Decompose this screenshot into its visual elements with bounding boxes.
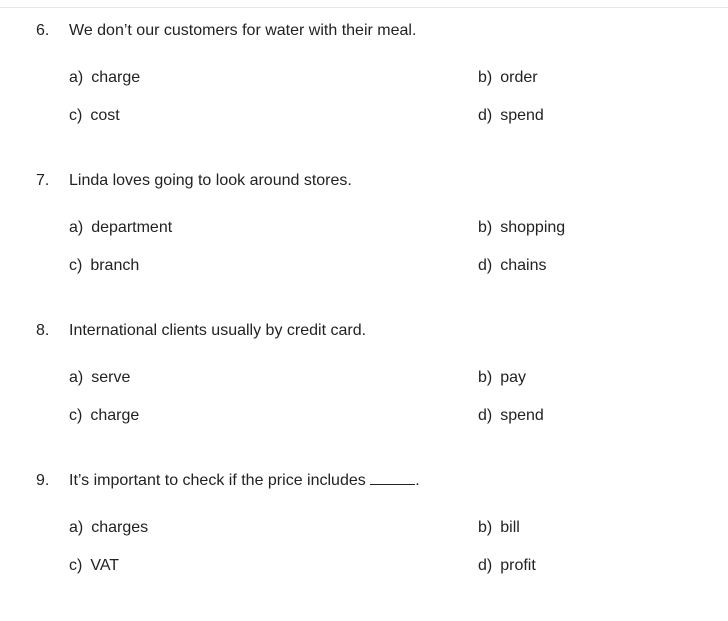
- option-letter: c): [69, 407, 83, 424]
- question-9: 9. It’s important to check if the price …: [0, 471, 728, 621]
- option-text: profit: [500, 557, 536, 574]
- option-text: charges: [91, 519, 149, 536]
- option-b[interactable]: b) bill: [478, 518, 520, 538]
- question-text: It’s important to check if the price inc…: [69, 472, 366, 489]
- option-a[interactable]: a) department: [69, 218, 172, 238]
- option-a[interactable]: a) charge: [69, 68, 140, 88]
- option-letter: c): [69, 557, 83, 574]
- question-number: 8.: [36, 322, 50, 339]
- option-letter: d): [478, 257, 493, 274]
- option-letter: d): [478, 107, 493, 124]
- option-b[interactable]: b) pay: [478, 368, 526, 388]
- option-d[interactable]: d) profit: [478, 556, 536, 576]
- option-text: spend: [500, 407, 544, 424]
- question-text: Linda loves going to look around stores.: [69, 172, 352, 189]
- option-letter: d): [478, 407, 493, 424]
- top-divider: [0, 7, 728, 8]
- answer-blank: [370, 471, 416, 485]
- option-letter: b): [478, 519, 493, 536]
- option-letter: a): [69, 69, 84, 86]
- option-text: order: [500, 69, 538, 86]
- option-text: department: [91, 219, 173, 236]
- question-number: 7.: [36, 172, 50, 189]
- question-8: 8. International clients usually by cred…: [0, 321, 728, 471]
- option-c[interactable]: c) cost: [69, 106, 120, 126]
- option-text: cost: [90, 107, 120, 124]
- option-text: charge: [91, 69, 141, 86]
- option-letter: a): [69, 219, 84, 236]
- option-letter: b): [478, 219, 493, 236]
- option-a[interactable]: a) charges: [69, 518, 148, 538]
- option-letter: d): [478, 557, 493, 574]
- option-text: VAT: [90, 557, 120, 574]
- question-6: 6. We don’t our customers for water with…: [0, 21, 728, 171]
- option-c[interactable]: c) VAT: [69, 556, 119, 576]
- option-text: serve: [91, 369, 131, 386]
- option-letter: b): [478, 69, 493, 86]
- question-text: International clients usually by credit …: [69, 322, 367, 339]
- option-text: chains: [500, 257, 547, 274]
- option-text: bill: [500, 519, 520, 536]
- option-d[interactable]: d) spend: [478, 106, 544, 126]
- option-d[interactable]: d) chains: [478, 256, 546, 276]
- option-a[interactable]: a) serve: [69, 368, 130, 388]
- question-text-end: .: [415, 472, 420, 489]
- option-letter: c): [69, 257, 83, 274]
- question-number: 9.: [36, 472, 50, 489]
- option-c[interactable]: c) branch: [69, 256, 139, 276]
- option-letter: b): [478, 369, 493, 386]
- option-letter: c): [69, 107, 83, 124]
- question-7: 7. Linda loves going to look around stor…: [0, 171, 728, 321]
- option-text: charge: [90, 407, 140, 424]
- option-b[interactable]: b) shopping: [478, 218, 565, 238]
- option-text: pay: [500, 369, 527, 386]
- option-letter: a): [69, 519, 84, 536]
- option-text: shopping: [500, 219, 566, 236]
- question-text-wrap: It’s important to check if the price inc…: [69, 471, 420, 491]
- option-letter: a): [69, 369, 84, 386]
- option-b[interactable]: b) order: [478, 68, 538, 88]
- question-number: 6.: [36, 22, 50, 39]
- option-c[interactable]: c) charge: [69, 406, 139, 426]
- question-text: We don’t our customers for water with th…: [69, 22, 417, 39]
- option-text: branch: [90, 257, 140, 274]
- option-d[interactable]: d) spend: [478, 406, 544, 426]
- option-text: spend: [500, 107, 544, 124]
